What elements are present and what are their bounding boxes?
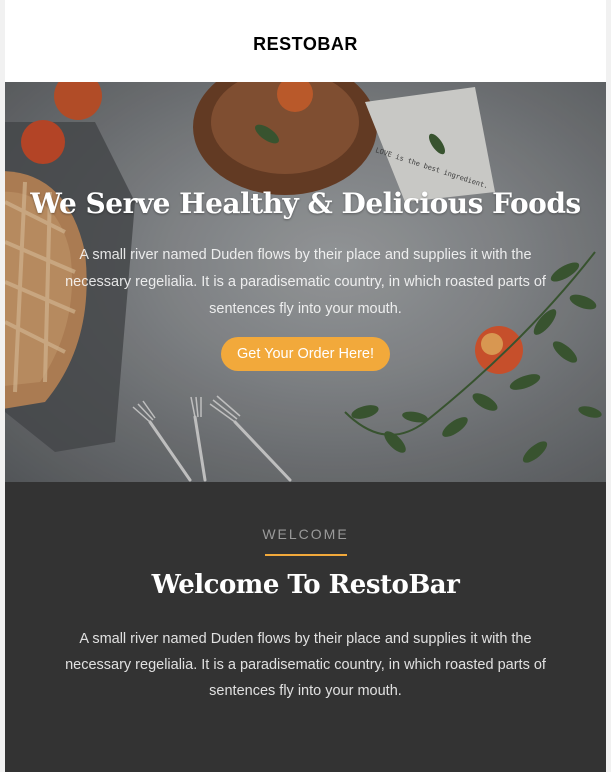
welcome-section: WELCOME Welcome To RestoBar A small rive… <box>5 482 606 772</box>
header: RESTOBAR <box>5 0 606 82</box>
hero-text: A small river named Duden flows by their… <box>65 247 546 317</box>
email-page: RESTOBAR LOVE is the best ingredient. We… <box>5 0 606 772</box>
logo[interactable]: RESTOBAR <box>253 28 358 55</box>
welcome-title: Welcome To RestoBar <box>151 570 460 600</box>
hero-section: LOVE is the best ingredient. We Serve He… <box>5 82 606 482</box>
hero-content: We Serve Healthy & Delicious Foods A sma… <box>5 187 606 371</box>
order-button[interactable]: Get Your Order Here! <box>220 337 390 371</box>
hero-title: We Serve Healthy & Delicious Foods <box>30 187 581 220</box>
accent-divider <box>264 554 347 556</box>
welcome-text: A small river named Duden flows by their… <box>65 631 546 699</box>
welcome-eyebrow: WELCOME <box>262 526 349 542</box>
